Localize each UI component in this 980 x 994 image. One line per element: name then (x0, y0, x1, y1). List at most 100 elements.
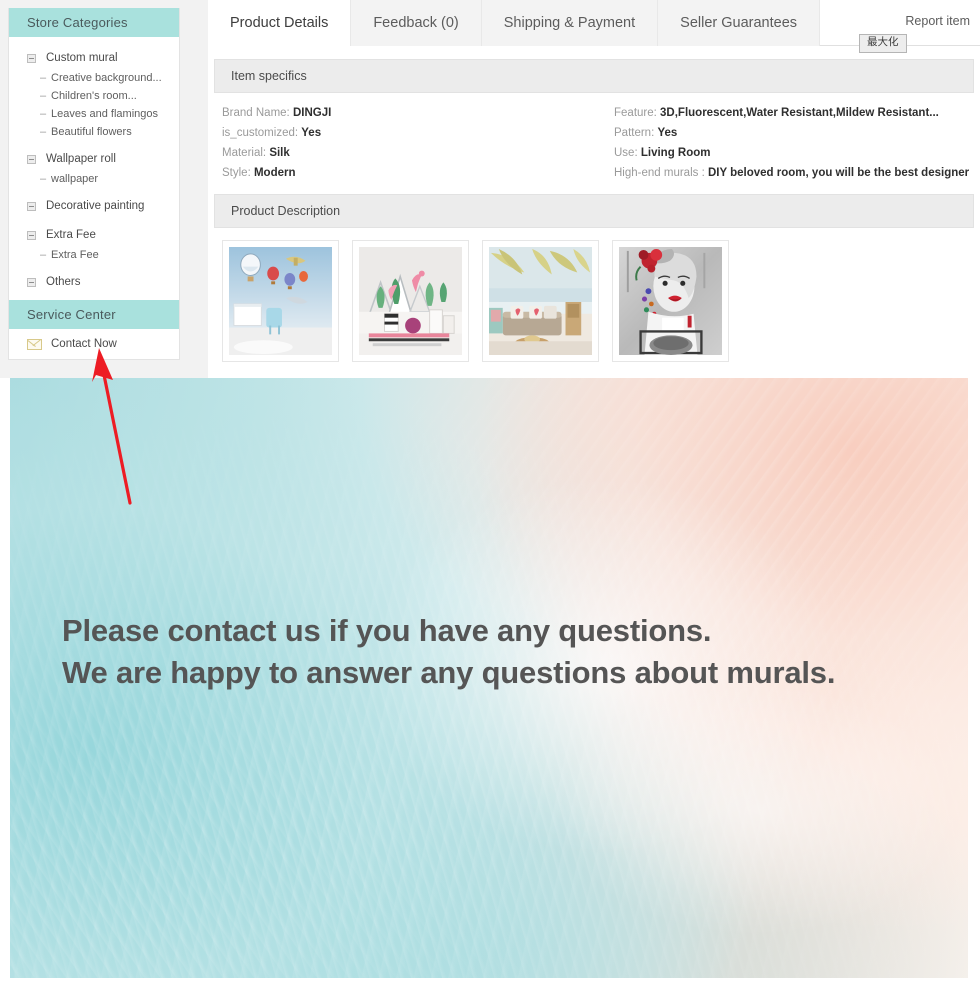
subcategory-label: Leaves and flamingos (51, 108, 159, 120)
thumbnail-image (229, 247, 332, 355)
spec-label: Brand Name: (222, 107, 290, 119)
subcategory-label: Creative background... (51, 72, 162, 84)
spec-material: Material: Silk (214, 143, 594, 163)
banner-headline: Please contact us if you have any questi… (62, 610, 835, 695)
thumbnail-palm-leaves-seaside[interactable] (482, 240, 599, 362)
tab-seller-guarantees[interactable]: Seller Guarantees (658, 0, 821, 46)
envelope-icon (27, 338, 42, 350)
subcategory-item-wallpaper[interactable]: – wallpaper (9, 170, 179, 188)
subcategory-item-beautiful-flowers[interactable]: – Beautiful flowers (9, 123, 179, 141)
contact-now-button[interactable]: Contact Now (9, 329, 179, 359)
thumbnail-hot-air-balloons[interactable] (222, 240, 339, 362)
tree-expand-icon[interactable] (27, 53, 36, 63)
product-description-thumbnails (208, 228, 980, 362)
product-tab-panel: Product Details Feedback (0) Shipping & … (208, 0, 980, 378)
category-item-wallpaper-roll[interactable]: Wallpaper roll (9, 148, 179, 170)
contact-now-label: Contact Now (51, 338, 117, 350)
report-item-link[interactable]: Report item (905, 14, 970, 28)
spec-label: Use: (614, 147, 638, 159)
spec-label: High-end murals : (614, 167, 705, 179)
service-center-panel: Service Center Contact Now (8, 300, 180, 360)
tab-product-details[interactable]: Product Details (208, 0, 352, 46)
item-specifics-section-title: Item specifics (214, 59, 974, 93)
category-label: Wallpaper roll (46, 153, 116, 165)
tab-label: Shipping & Payment (503, 15, 636, 31)
tab-shipping-payment[interactable]: Shipping & Payment (481, 0, 659, 46)
cactus-flamingo-nordic-mural (359, 247, 462, 355)
dash-bullet-icon: – (40, 126, 47, 138)
banner-headline-line-1: Please contact us if you have any questi… (62, 613, 712, 648)
category-item-others[interactable]: Others (9, 271, 179, 293)
tree-expand-icon[interactable] (27, 230, 36, 240)
maximize-tooltip[interactable]: 最大化 (859, 34, 907, 53)
spec-brand-name: Brand Name: DINGJI (214, 103, 594, 123)
spec-value: Modern (253, 167, 296, 179)
category-tree: Custom mural – Creative background... – … (9, 37, 179, 305)
thumbnail-marilyn-monroe-graffiti[interactable] (612, 240, 729, 362)
category-item-custom-mural[interactable]: Custom mural (9, 47, 179, 69)
spec-value: Yes (301, 127, 322, 139)
spec-value: Living Room (640, 147, 711, 159)
store-categories-panel: Store Categories Custom mural – Creative… (8, 8, 180, 306)
tab-feedback[interactable]: Feedback (0) (351, 0, 482, 46)
dash-bullet-icon: – (40, 72, 47, 84)
dash-bullet-icon: – (40, 90, 47, 102)
spec-pattern: Pattern: Yes (606, 123, 974, 143)
spec-is-customized: is_customized: Yes (214, 123, 594, 143)
spec-value: Yes (657, 127, 678, 139)
subcategory-item-extra-fee[interactable]: – Extra Fee (9, 246, 179, 264)
subcategory-item-childrens-room[interactable]: – Children's room... (9, 87, 179, 105)
subcategory-label: wallpaper (51, 173, 99, 185)
tree-expand-icon[interactable] (27, 277, 36, 287)
service-center-header: Service Center (9, 300, 179, 329)
spec-label: Feature: (614, 107, 657, 119)
dash-bullet-icon: – (40, 173, 47, 185)
store-categories-header: Store Categories (9, 8, 179, 37)
spec-value: DINGJI (292, 107, 332, 119)
thumbnail-image (489, 247, 592, 355)
subcategory-label: Beautiful flowers (51, 126, 132, 138)
category-label: Extra Fee (46, 229, 96, 241)
category-label: Others (46, 276, 81, 288)
page-root: Store Categories Custom mural – Creative… (0, 0, 980, 994)
item-specifics-right-column: Feature: 3D,Fluorescent,Water Resistant,… (594, 103, 974, 183)
item-specifics-left-column: Brand Name: DINGJI is_customized: Yes Ma… (214, 103, 594, 183)
subcategory-label: Children's room... (51, 90, 137, 102)
spec-label: Material: (222, 147, 267, 159)
category-item-decorative-painting[interactable]: Decorative painting (9, 195, 179, 217)
spec-feature: Feature: 3D,Fluorescent,Water Resistant,… (606, 103, 974, 123)
thumbnail-image (359, 247, 462, 355)
dash-bullet-icon: – (40, 249, 47, 261)
thumbnail-cactus-flamingo[interactable] (352, 240, 469, 362)
category-label: Custom mural (46, 52, 118, 64)
marilyn-monroe-graffiti-mural (619, 247, 722, 355)
spec-value: Silk (269, 147, 290, 159)
spec-value: 3D,Fluorescent,Water Resistant,Mildew Re… (660, 107, 939, 119)
tree-expand-icon[interactable] (27, 154, 36, 164)
product-page-top: Store Categories Custom mural – Creative… (0, 0, 980, 378)
subcategory-item-leaves-and-flamingos[interactable]: – Leaves and flamingos (9, 105, 179, 123)
category-item-extra-fee[interactable]: Extra Fee (9, 224, 179, 246)
palm-leaves-seaside-living-room-mural (489, 247, 592, 355)
tab-label: Product Details (230, 15, 329, 31)
spec-value: DIY beloved room, you will be the best d… (707, 167, 970, 179)
spec-label: Style: (222, 167, 251, 179)
spec-label: Pattern: (614, 127, 655, 139)
hot-air-balloons-kids-room-mural (229, 247, 332, 355)
subcategory-item-creative-background[interactable]: – Creative background... (9, 69, 179, 87)
spec-high-end-murals: High-end murals : DIY beloved room, you … (606, 163, 974, 183)
service-center-panel-body: Service Center Contact Now (8, 300, 180, 360)
spec-style: Style: Modern (214, 163, 594, 183)
banner-headline-line-2: We are happy to answer any questions abo… (62, 655, 836, 691)
spec-label: is_customized: (222, 127, 299, 139)
tab-label: Feedback (0) (373, 15, 459, 31)
category-label: Decorative painting (46, 200, 145, 212)
product-description-section-title: Product Description (214, 194, 974, 228)
tab-label: Seller Guarantees (680, 15, 798, 31)
thumbnail-image (619, 247, 722, 355)
tree-expand-icon[interactable] (27, 201, 36, 211)
subcategory-label: Extra Fee (51, 249, 99, 261)
